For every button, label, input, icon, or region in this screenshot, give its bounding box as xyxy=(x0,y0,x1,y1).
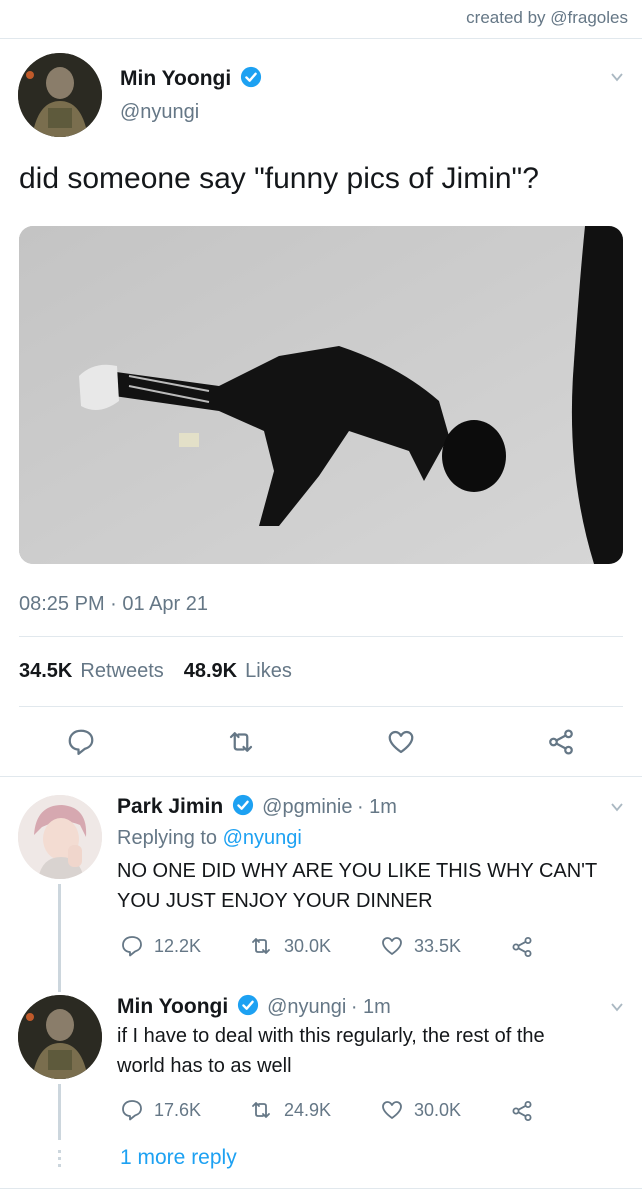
share-icon[interactable] xyxy=(546,727,576,757)
tweet-photo[interactable] xyxy=(19,226,623,564)
author-name[interactable]: Min Yoongi xyxy=(120,67,231,90)
reply-text-line: if I have to deal with this regularly, t… xyxy=(117,1025,545,1047)
chevron-down-icon[interactable] xyxy=(610,800,624,814)
reply-author-handle[interactable]: @pgminie xyxy=(262,796,352,818)
reply-like-action[interactable]: 30.0K xyxy=(380,1098,461,1122)
avatar[interactable] xyxy=(18,995,102,1079)
replying-to-handle[interactable]: @nyungi xyxy=(223,827,302,849)
retweets-count[interactable]: 34.5K xyxy=(19,660,72,683)
retweet-icon[interactable] xyxy=(226,727,256,757)
like-count: 30.0K xyxy=(414,1099,462,1120)
chevron-down-icon[interactable] xyxy=(610,1000,624,1014)
retweet-count: 30.0K xyxy=(284,935,332,956)
reply-text-line: NO ONE DID WHY ARE YOU LIKE THIS WHY CAN… xyxy=(117,860,598,882)
reply-author-handle[interactable]: @nyungi xyxy=(267,996,346,1018)
verified-badge-icon xyxy=(240,66,261,88)
likes-count[interactable]: 48.9K xyxy=(184,660,237,683)
avatar[interactable] xyxy=(18,53,102,137)
reply-time[interactable]: · 1m xyxy=(351,996,391,1018)
verified-badge-icon xyxy=(232,794,253,816)
reply-comment-action[interactable]: 12.2K xyxy=(120,934,201,958)
reply-text: if I have to deal with this regularly, t… xyxy=(117,1021,545,1081)
comment-count: 17.6K xyxy=(154,1099,202,1120)
divider xyxy=(19,706,623,707)
reply-retweet-action[interactable]: 24.9K xyxy=(248,1098,331,1122)
more-replies-link[interactable]: 1 more reply xyxy=(120,1146,237,1170)
replying-to-label: Replying to xyxy=(117,827,218,849)
reply-author-name[interactable]: Min Yoongi xyxy=(117,995,228,1018)
reply-icon xyxy=(122,1100,142,1121)
reply-text: NO ONE DID WHY ARE YOU LIKE THIS WHY CAN… xyxy=(117,856,597,916)
retweet-count: 24.9K xyxy=(284,1099,332,1120)
reply-text-line: world has to as well xyxy=(117,1055,292,1077)
reply-like-action[interactable]: 33.5K xyxy=(380,934,461,958)
divider xyxy=(19,636,623,637)
reply-text-line: YOU JUST ENJOY YOUR DINNER xyxy=(117,890,433,912)
chevron-down-icon[interactable] xyxy=(610,70,624,84)
reply-time[interactable]: · 1m xyxy=(357,796,397,818)
reply-icon[interactable] xyxy=(66,727,96,757)
divider xyxy=(0,776,642,777)
reply-retweet-action[interactable]: 30.0K xyxy=(248,934,331,958)
divider xyxy=(0,38,642,39)
author-handle[interactable]: @nyungi xyxy=(120,101,199,124)
tweet-text: did someone say "funny pics of Jimin"? xyxy=(19,162,539,195)
retweets-label[interactable]: Retweets xyxy=(80,660,163,683)
like-heart-icon xyxy=(382,937,402,955)
timestamp[interactable]: 08:25 PM · 01 Apr 21 xyxy=(19,593,208,616)
share-icon[interactable] xyxy=(510,935,534,959)
thread-dots xyxy=(58,1150,61,1170)
verified-badge-icon xyxy=(237,994,258,1016)
likes-label[interactable]: Likes xyxy=(245,660,292,683)
creator-credit: created by @fragoles xyxy=(466,8,628,27)
avatar-photo xyxy=(18,795,102,879)
thread-line xyxy=(58,1084,61,1140)
avatar-photo xyxy=(18,995,102,1079)
avatar[interactable] xyxy=(18,795,102,879)
reply-comment-action[interactable]: 17.6K xyxy=(120,1098,201,1122)
thread-line xyxy=(58,884,61,992)
reply-author-name[interactable]: Park Jimin xyxy=(117,795,223,818)
like-heart-icon xyxy=(382,1101,402,1119)
divider xyxy=(0,1188,642,1189)
retweet-icon xyxy=(252,938,270,954)
avatar-photo xyxy=(18,53,102,137)
retweet-icon xyxy=(252,1102,270,1118)
like-count: 33.5K xyxy=(414,935,462,956)
comment-count: 12.2K xyxy=(154,935,202,956)
reply-icon xyxy=(122,936,142,957)
photo-image xyxy=(19,226,623,564)
share-icon[interactable] xyxy=(510,1099,534,1123)
like-heart-icon[interactable] xyxy=(386,727,416,757)
